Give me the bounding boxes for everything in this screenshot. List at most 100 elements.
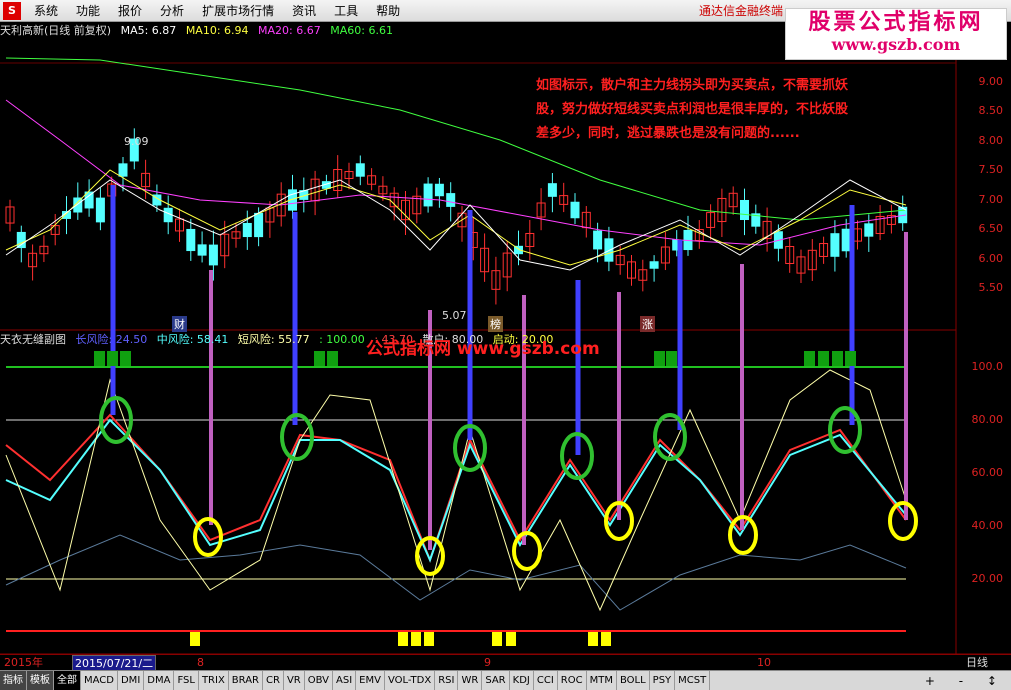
candle-body <box>242 222 252 238</box>
tab-boll[interactable]: BOLL <box>617 670 650 690</box>
candle-body <box>208 244 218 266</box>
tab-rsi[interactable]: RSI <box>435 670 459 690</box>
main-chart-legend: 天利高新(日线 前复权) MA5: 6.87 MA10: 6.94 MA20: … <box>0 23 399 39</box>
tab-controls[interactable]: + - ↕ <box>925 671 1007 690</box>
tab-全部[interactable]: 全部 <box>54 670 81 690</box>
green-block <box>845 351 856 366</box>
ma10-value: MA10: 6.94 <box>185 24 249 37</box>
sub-tick: 20.00 <box>971 572 1004 585</box>
yellow-block <box>190 632 200 646</box>
date-axis: 2015年 2015/07/21/二 8 9 10 日线 <box>0 654 1011 672</box>
tab-mtm[interactable]: MTM <box>587 670 617 690</box>
tab-psy[interactable]: PSY <box>650 670 676 690</box>
tab-mcst[interactable]: MCST <box>675 670 711 690</box>
green-block <box>804 351 815 366</box>
candle-body <box>95 197 105 223</box>
tab-vr[interactable]: VR <box>284 670 305 690</box>
tab-obv[interactable]: OBV <box>305 670 333 690</box>
indicator-lines <box>5 369 907 612</box>
yellow-signal-circle <box>888 501 918 541</box>
tag-cai[interactable]: 财 <box>172 316 187 332</box>
stock-title[interactable]: 天利高新(日线 前复权) <box>0 24 111 37</box>
price-tick: 7.00 <box>978 193 1004 206</box>
candle-body <box>740 199 749 221</box>
price-tick: 8.50 <box>978 104 1004 117</box>
candle-body <box>254 212 264 238</box>
price-tick: 7.50 <box>978 163 1004 176</box>
period-label[interactable]: 日线 <box>966 655 988 670</box>
indicator-tabs: 指标 模板 全部 MACD DMI DMA FSL TRIX BRAR CR VR OBV ASI EMV… <box>0 670 1011 690</box>
tab-fsl[interactable]: FSL <box>174 670 199 690</box>
tab-vol-tdx[interactable]: VOL-TDX <box>385 670 436 690</box>
tab-kdj[interactable]: KDJ <box>510 670 534 690</box>
tab-asi[interactable]: ASI <box>333 670 357 690</box>
candle-body <box>593 230 603 250</box>
sub-tick: 60.00 <box>971 466 1004 479</box>
candle-body <box>423 183 433 207</box>
candle-body <box>864 223 874 237</box>
candle-body <box>186 228 196 252</box>
yellow-block <box>506 632 516 646</box>
tab-macd[interactable]: MACD <box>81 670 118 690</box>
short-risk-value: 短风险: 55.77 <box>237 333 310 346</box>
retail-line <box>5 369 907 612</box>
green-block <box>818 351 829 366</box>
yellow-block <box>424 632 434 646</box>
tag-zhang[interactable]: 涨 <box>640 316 655 332</box>
annotation-text: 如图标示，散户和主力线拐头即为买卖点，不需要抓妖股，努力做好短线买卖点利润也是很… <box>536 78 849 141</box>
green-block <box>832 351 843 366</box>
green-signal-circle <box>653 413 687 461</box>
green-block <box>120 351 131 366</box>
tab-cr[interactable]: CR <box>263 670 284 690</box>
high-price-marker: 9.09 <box>124 135 149 148</box>
yellow-block <box>411 632 421 646</box>
tab-sar[interactable]: SAR <box>482 670 510 690</box>
candle-body <box>118 163 128 177</box>
tab-wr[interactable]: WR <box>458 670 483 690</box>
candle-body <box>355 163 365 177</box>
green-block <box>327 351 338 366</box>
yellow-block <box>601 632 611 646</box>
month-8: 8 <box>197 656 204 669</box>
yellow-block <box>398 632 408 646</box>
tab-roc[interactable]: ROC <box>558 670 587 690</box>
ma60-value: MA60: 6.61 <box>330 24 393 37</box>
candlesticks <box>5 128 908 305</box>
yellow-block <box>492 632 502 646</box>
mid-risk-value: 中风险: 58.41 <box>156 333 229 346</box>
tab-cci[interactable]: CCI <box>534 670 558 690</box>
green-block <box>666 351 677 366</box>
tab-指标[interactable]: 指标 <box>0 670 27 690</box>
tab-trix[interactable]: TRIX <box>199 670 229 690</box>
low-price-marker: 5.07 <box>442 309 467 322</box>
price-tick: 8.00 <box>978 134 1004 147</box>
sub-title[interactable]: 天衣无缝副图 <box>0 333 66 346</box>
green-block <box>314 351 325 366</box>
watermark-logo-line2: www.gszb.com <box>831 35 961 54</box>
candle-body <box>84 191 94 209</box>
tab-dmi[interactable]: DMI <box>118 670 145 690</box>
month-10: 10 <box>757 656 771 669</box>
candle-body <box>547 183 557 197</box>
watermark-mid: 公式指标网 www.gszb.com <box>366 339 600 359</box>
tag-bang[interactable]: 榜 <box>488 316 503 332</box>
price-tick: 6.00 <box>978 252 1004 265</box>
ma20-value: MA20: 6.67 <box>258 24 321 37</box>
green-block <box>654 351 665 366</box>
candle-body <box>446 193 456 207</box>
tab-模板[interactable]: 模板 <box>27 670 54 690</box>
price-tick: 9.00 <box>978 75 1004 88</box>
tab-emv[interactable]: EMV <box>356 670 385 690</box>
year-label: 2015年 <box>4 656 43 669</box>
tab-brar[interactable]: BRAR <box>229 670 263 690</box>
price-tick: 5.50 <box>978 281 1004 294</box>
ma5-value: MA5: 6.87 <box>120 24 177 37</box>
long-risk-line <box>5 534 907 611</box>
signal-circles <box>99 396 918 576</box>
candle-body <box>841 228 851 252</box>
candle-body <box>434 183 444 197</box>
candle-body <box>649 261 659 269</box>
tab-dma[interactable]: DMA <box>144 670 175 690</box>
candle-body <box>830 233 840 257</box>
yellow-signal-circle <box>512 531 542 571</box>
